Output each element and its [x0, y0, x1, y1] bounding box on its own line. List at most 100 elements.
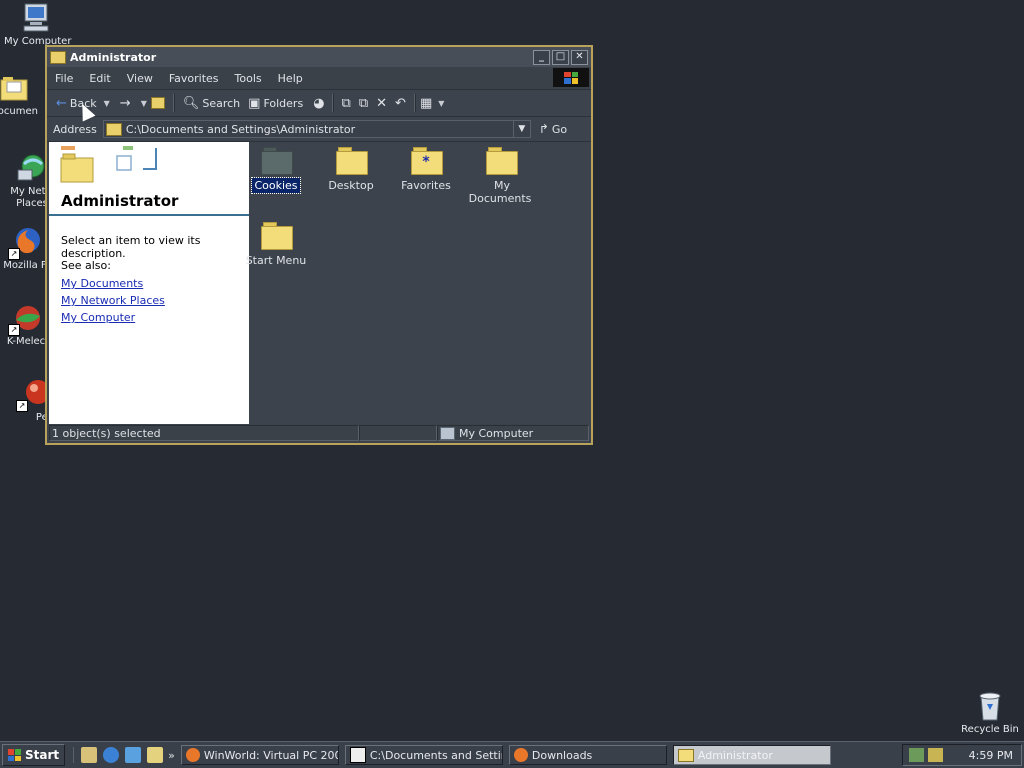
status-zone: My Computer — [437, 425, 589, 441]
folder-item-cookies[interactable]: Cookies — [239, 147, 313, 194]
go-button[interactable]: ↱ Go — [539, 122, 567, 136]
folder-icon — [260, 222, 293, 250]
folder-label: Favorites — [401, 179, 451, 192]
search-icon: 🔍︎ — [182, 95, 200, 111]
menu-favorites[interactable]: Favorites — [161, 72, 227, 85]
toolbar-separator — [331, 94, 334, 112]
folder-label: Cookies — [251, 177, 301, 194]
recycle-bin-icon — [974, 690, 1006, 722]
7zip-icon — [349, 747, 366, 763]
firefox-icon — [185, 748, 200, 762]
status-selection: 1 object(s) selected — [49, 425, 359, 441]
close-button[interactable]: ✕ — [571, 49, 588, 65]
folder-item-my-documents[interactable]: My Documents — [464, 147, 538, 205]
delete-icon[interactable]: ✕ — [376, 96, 387, 111]
status-zone-text: My Computer — [459, 426, 534, 440]
copy-to-icon[interactable]: ⧉ — [359, 96, 368, 111]
system-tray: 4:59 PM — [901, 744, 1022, 766]
back-dropdown-icon[interactable]: ▼ — [104, 99, 110, 108]
menu-file[interactable]: File — [47, 72, 81, 85]
menu-view[interactable]: View — [119, 72, 161, 85]
folder-item-desktop[interactable]: Desktop — [314, 147, 388, 192]
menu-edit[interactable]: Edit — [81, 72, 118, 85]
desktop-icon-label: Documen — [0, 106, 38, 117]
see-also-links: My Documents My Network Places My Comput… — [61, 275, 165, 326]
outlook-express-icon[interactable] — [125, 747, 142, 763]
move-to-icon[interactable]: ⧉ — [342, 96, 351, 111]
see-also-label: See also: — [61, 259, 111, 272]
folder-label: Start Menu — [245, 254, 307, 267]
quick-launch: » — [73, 747, 175, 763]
history-icon[interactable]: ◕ — [313, 96, 324, 111]
maximize-button[interactable]: □ — [552, 49, 569, 65]
desktop-icon-label: Recycle Bin — [961, 724, 1019, 735]
desktop-icon-my-documents[interactable]: Documen — [0, 72, 46, 118]
task-label: Administrator — [697, 748, 773, 762]
status-middle — [359, 425, 437, 441]
folder-label: My Documents — [468, 179, 532, 205]
views-icon[interactable]: ▦ — [420, 96, 432, 111]
chevron-right-icon[interactable]: » — [168, 749, 175, 762]
folder-icon — [677, 748, 694, 762]
show-desktop-icon[interactable] — [81, 747, 98, 763]
task-downloads[interactable]: Downloads — [508, 745, 667, 765]
search-button[interactable]: 🔍︎ Search — [179, 93, 244, 113]
back-button[interactable]: ← Back — [52, 93, 101, 113]
address-input[interactable]: C:\Documents and Settings\Administrator … — [102, 120, 531, 138]
desktop-icon-recycle-bin[interactable]: Recycle Bin — [958, 690, 1022, 736]
menu-tools[interactable]: Tools — [227, 72, 270, 85]
taskbar: Start » WinWorld: Virtual PC 200... C:\D… — [0, 741, 1024, 768]
panel-description: Select an item to view its description. — [61, 234, 201, 260]
standard-toolbar: ← Back ▼ → ▼ 🔍︎ Search ▣ Folders ◕ ⧉ ⧉ ✕… — [47, 90, 591, 117]
folder-header-graphic — [60, 146, 157, 183]
task-winworld[interactable]: WinWorld: Virtual PC 200... — [180, 745, 339, 765]
link-my-computer[interactable]: My Computer — [61, 309, 165, 326]
shortcut-arrow-icon: ↗ — [8, 248, 20, 260]
windows-media-icon[interactable] — [147, 747, 164, 763]
task-administrator[interactable]: Administrator — [672, 745, 831, 765]
clock[interactable]: 4:59 PM — [969, 749, 1013, 762]
folder-icon — [0, 72, 30, 104]
computer-icon — [20, 2, 52, 34]
link-my-documents[interactable]: My Documents — [61, 275, 165, 292]
back-arrow-icon: ← — [56, 95, 67, 111]
volume-tray-icon[interactable] — [927, 748, 943, 762]
address-label: Address — [53, 122, 97, 136]
address-dropdown-icon[interactable]: ▼ — [512, 121, 530, 137]
task-label: Downloads — [531, 748, 593, 762]
network-icon — [16, 152, 48, 184]
file-list: Cookies Desktop * Favorites My Documents… — [246, 142, 589, 424]
start-label: Start — [25, 748, 60, 762]
desktop-icon-my-computer[interactable]: My Computer — [4, 2, 71, 48]
windows-logo-icon — [553, 68, 589, 87]
undo-icon[interactable]: ↶ — [395, 96, 406, 111]
toolbar-separator — [172, 94, 175, 112]
network-tray-icon[interactable] — [908, 748, 924, 762]
forward-button[interactable]: → — [116, 93, 138, 113]
firefox-icon — [513, 748, 528, 762]
title-bar[interactable]: Administrator _ □ ✕ — [47, 47, 591, 67]
window-title: Administrator — [70, 50, 157, 64]
up-folder-icon[interactable] — [150, 97, 165, 109]
folders-icon: ▣ — [248, 95, 261, 111]
start-button[interactable]: Start — [2, 744, 66, 766]
minimize-button[interactable]: _ — [533, 49, 550, 65]
folder-item-favorites[interactable]: * Favorites — [389, 147, 463, 192]
task-label: WinWorld: Virtual PC 200... — [203, 748, 339, 762]
task-7zip[interactable]: C:\Documents and Settin... — [344, 745, 503, 765]
folders-button[interactable]: ▣ Folders — [244, 93, 307, 113]
internet-explorer-icon[interactable] — [103, 747, 120, 763]
forward-dropdown-icon[interactable]: ▼ — [141, 99, 147, 108]
windows-logo-icon — [8, 749, 21, 761]
menu-help[interactable]: Help — [270, 72, 311, 85]
favorites-folder-icon: * — [410, 147, 443, 175]
folder-item-start-menu[interactable]: Start Menu — [239, 222, 313, 267]
link-my-network-places[interactable]: My Network Places — [61, 292, 165, 309]
task-label: C:\Documents and Settin... — [369, 748, 502, 762]
menu-bar: File Edit View Favorites Tools Help — [47, 67, 591, 90]
address-path: C:\Documents and Settings\Administrator — [125, 122, 356, 136]
views-dropdown-icon[interactable]: ▼ — [438, 99, 444, 108]
panel-divider — [49, 214, 249, 216]
address-bar: Address C:\Documents and Settings\Admini… — [47, 117, 591, 142]
folder-label: Desktop — [328, 179, 374, 192]
